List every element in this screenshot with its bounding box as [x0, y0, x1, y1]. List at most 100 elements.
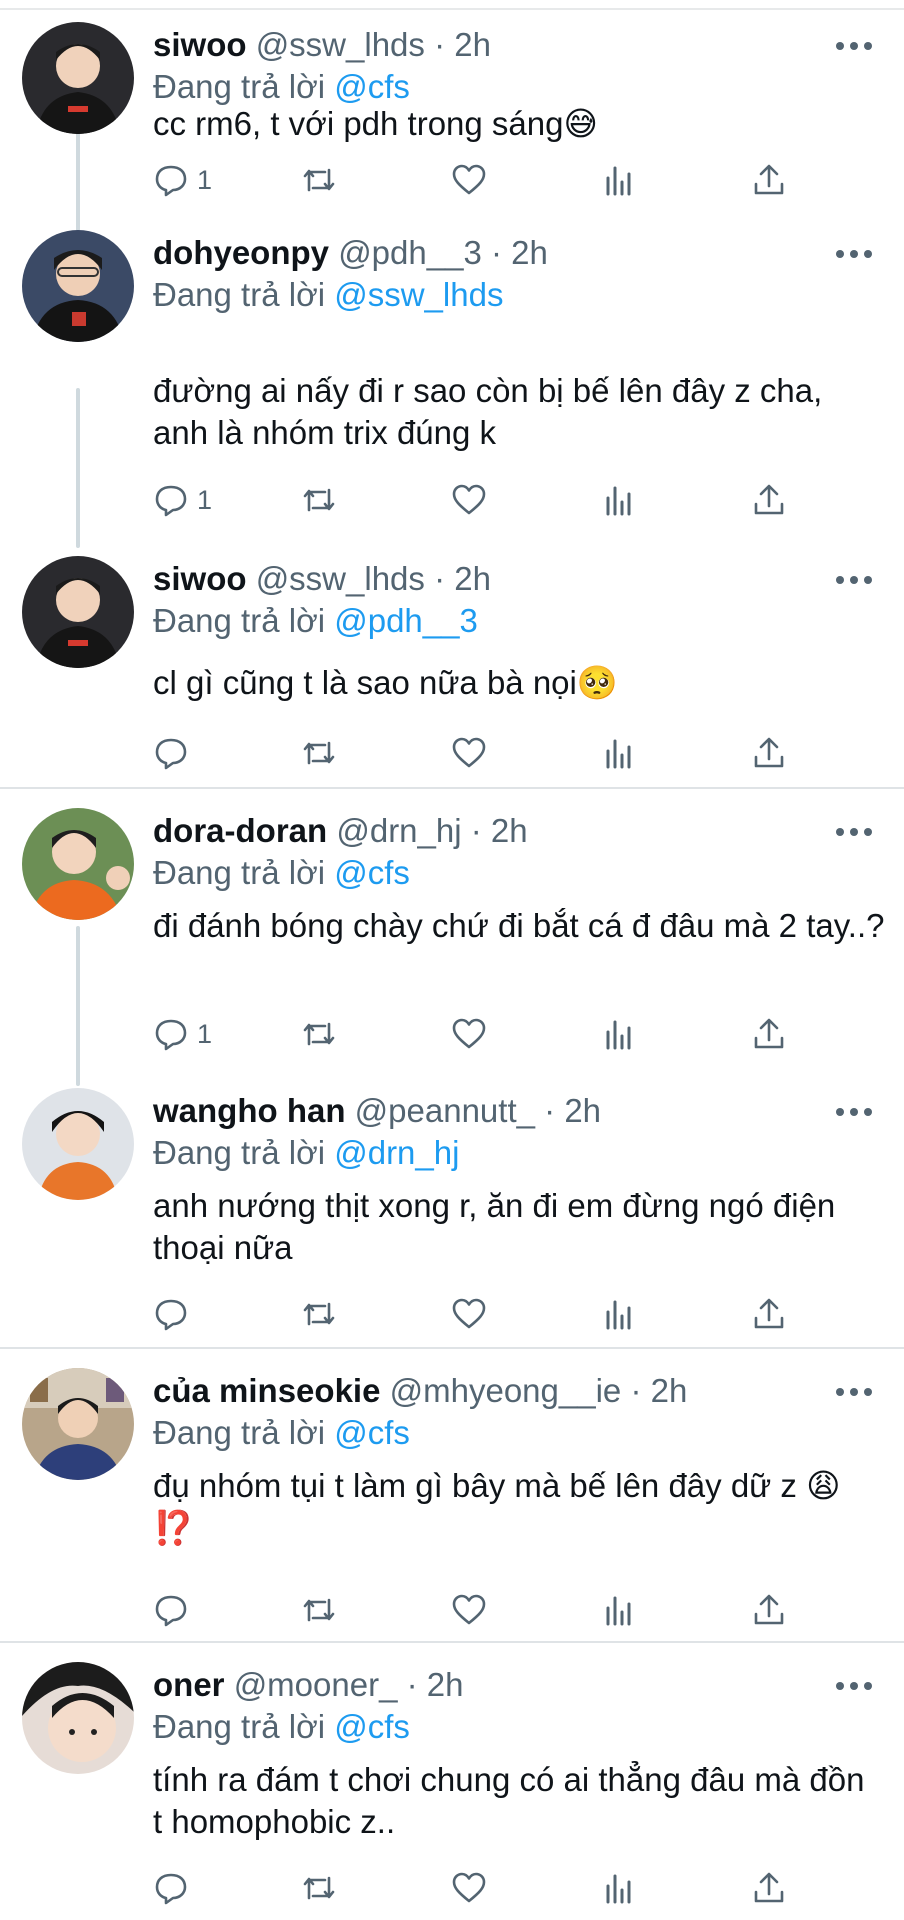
retweet-button[interactable] — [301, 1590, 337, 1630]
avatar[interactable] — [22, 556, 134, 668]
retweet-button[interactable] — [301, 480, 337, 520]
heart-icon — [452, 1018, 486, 1049]
views-button[interactable] — [601, 1868, 637, 1908]
like-button[interactable] — [451, 733, 487, 773]
display-name[interactable]: dohyeonpy — [153, 234, 329, 271]
heart-icon — [452, 737, 486, 768]
views-icon — [606, 486, 631, 516]
reply-button[interactable]: 1 — [153, 480, 212, 520]
retweet-button[interactable] — [301, 733, 337, 773]
display-name[interactable]: siwoo — [153, 560, 247, 597]
reply-mention[interactable]: @cfs — [334, 68, 410, 105]
avatar[interactable] — [22, 1088, 134, 1200]
display-name[interactable]: của minseokie — [153, 1372, 380, 1409]
timestamp[interactable]: 2h — [427, 1666, 464, 1703]
reply-mention[interactable]: @cfs — [334, 1708, 410, 1745]
user-handle[interactable]: @mooner_ — [234, 1666, 398, 1703]
views-button[interactable] — [601, 1590, 637, 1630]
timestamp[interactable]: 2h — [651, 1372, 688, 1409]
views-button[interactable] — [601, 733, 637, 773]
display-name[interactable]: siwoo — [153, 26, 247, 63]
heart-icon — [452, 1872, 486, 1903]
tweet-header: dohyeonpy @pdh__3 · 2h — [153, 233, 548, 273]
reply-mention[interactable]: @pdh__3 — [334, 602, 478, 639]
share-button[interactable] — [751, 1868, 787, 1908]
like-button[interactable] — [451, 1868, 487, 1908]
tweet-header: siwoo @ssw_lhds · 2h — [153, 559, 491, 599]
more-icon[interactable] — [834, 248, 874, 260]
tweet-header: dora-doran @drn_hj · 2h — [153, 811, 528, 851]
reply-mention[interactable]: @drn_hj — [334, 1134, 459, 1171]
views-button[interactable] — [601, 160, 637, 200]
share-button[interactable] — [751, 1014, 787, 1054]
separator-dot: · — [470, 812, 482, 849]
share-button[interactable] — [751, 733, 787, 773]
avatar[interactable] — [22, 1662, 134, 1774]
more-icon[interactable] — [834, 1386, 874, 1398]
avatar[interactable] — [22, 1368, 134, 1480]
user-handle[interactable]: @mhyeong__ie — [390, 1372, 622, 1409]
views-button[interactable] — [601, 1014, 637, 1054]
timestamp[interactable]: 2h — [454, 26, 491, 63]
like-button[interactable] — [451, 480, 487, 520]
retweet-button[interactable] — [301, 1014, 337, 1054]
reply-button[interactable]: 1 — [153, 1014, 212, 1054]
tweet-divider — [0, 1347, 904, 1349]
reply-count: 1 — [197, 164, 213, 195]
thread-line — [76, 388, 80, 548]
retweet-button[interactable] — [301, 1868, 337, 1908]
share-icon — [754, 1298, 784, 1329]
avatar[interactable] — [22, 22, 134, 134]
timestamp[interactable]: 2h — [564, 1092, 601, 1129]
more-icon[interactable] — [834, 40, 874, 52]
timestamp[interactable]: 2h — [491, 812, 528, 849]
reply-count: 1 — [197, 484, 213, 515]
retweet-button[interactable] — [301, 160, 337, 200]
tweet-divider — [0, 1641, 904, 1643]
more-icon[interactable] — [834, 826, 874, 838]
reply-mention[interactable]: @cfs — [334, 1414, 410, 1451]
reply-button[interactable] — [153, 1868, 197, 1908]
display-name[interactable]: dora-doran — [153, 812, 327, 849]
user-handle[interactable]: @ssw_lhds — [256, 26, 425, 63]
user-handle[interactable]: @ssw_lhds — [256, 560, 425, 597]
reply-mention[interactable]: @cfs — [334, 854, 410, 891]
heart-icon — [452, 1594, 486, 1625]
like-button[interactable] — [451, 1014, 487, 1054]
reply-icon — [155, 1299, 187, 1331]
retweet-icon — [303, 1022, 335, 1046]
like-button[interactable] — [451, 1294, 487, 1334]
like-button[interactable] — [451, 160, 487, 200]
user-handle[interactable]: @peannutt_ — [355, 1092, 535, 1129]
share-button[interactable] — [751, 1590, 787, 1630]
views-button[interactable] — [601, 1294, 637, 1334]
display-name[interactable]: oner — [153, 1666, 225, 1703]
timestamp[interactable]: 2h — [454, 560, 491, 597]
more-icon[interactable] — [834, 574, 874, 586]
user-handle[interactable]: @drn_hj — [336, 812, 461, 849]
retweet-button[interactable] — [301, 1294, 337, 1334]
tweet-text: tính ra đám t chơi chung có ai thẳng đâu… — [153, 1761, 865, 1840]
reply-mention[interactable]: @ssw_lhds — [334, 276, 503, 313]
reply-button[interactable] — [153, 1590, 197, 1630]
user-handle[interactable]: @pdh__3 — [338, 234, 482, 271]
tweet-divider — [0, 787, 904, 789]
avatar[interactable] — [22, 230, 134, 342]
share-button[interactable] — [751, 480, 787, 520]
avatar[interactable] — [22, 808, 134, 920]
like-button[interactable] — [451, 1590, 487, 1630]
display-name[interactable]: wangho han — [153, 1092, 346, 1129]
share-icon — [754, 1594, 784, 1625]
reply-button[interactable] — [153, 733, 197, 773]
tweet-text: cc rm6, t với pdh trong sáng😅 — [153, 105, 598, 142]
top-divider — [0, 8, 904, 10]
share-button[interactable] — [751, 1294, 787, 1334]
more-icon[interactable] — [834, 1106, 874, 1118]
reply-count: 1 — [197, 1018, 213, 1049]
views-button[interactable] — [601, 480, 637, 520]
timestamp[interactable]: 2h — [511, 234, 548, 271]
reply-button[interactable]: 1 — [153, 160, 212, 200]
more-icon[interactable] — [834, 1680, 874, 1692]
reply-button[interactable] — [153, 1294, 197, 1334]
share-button[interactable] — [751, 160, 787, 200]
